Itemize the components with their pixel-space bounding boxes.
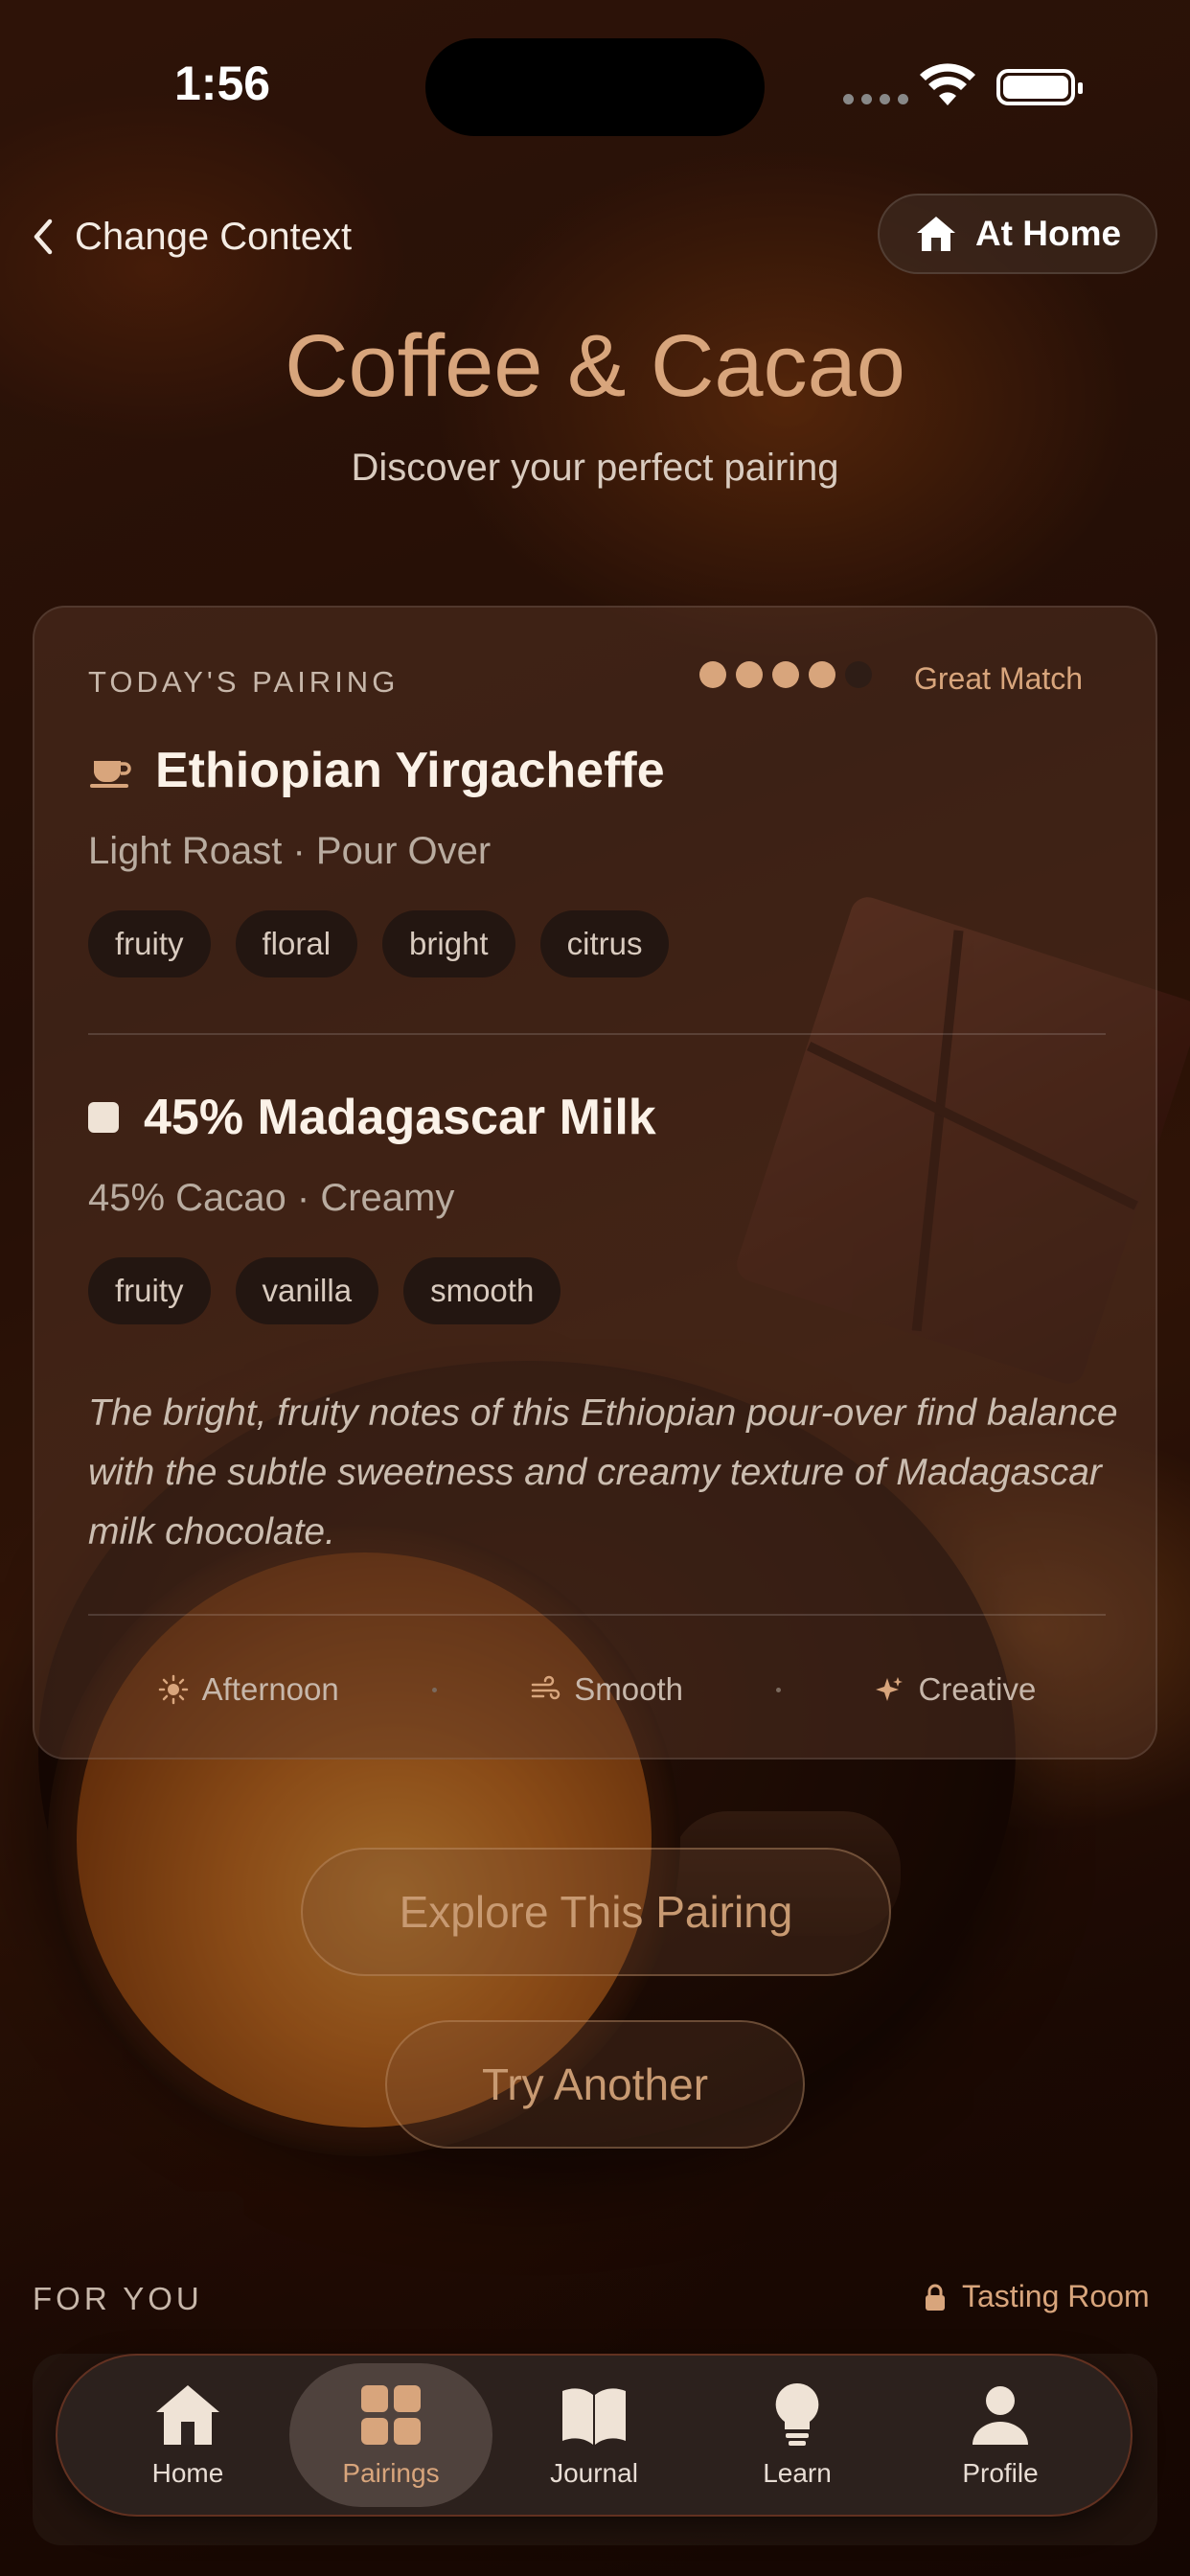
coffee-cup-icon <box>90 761 131 788</box>
pairing-description: The bright, fruity notes of this Ethiopi… <box>88 1392 1118 1552</box>
tasting-room-link[interactable]: Tasting Room <box>924 2279 1150 2314</box>
match-rating <box>699 661 872 688</box>
change-context-label: Change Context <box>75 215 353 258</box>
sun-icon <box>158 1674 188 1705</box>
tab-bar: Home Pairings Journal Learn Profile <box>56 2354 1133 2517</box>
cellular-icon <box>843 94 908 104</box>
tag: bright <box>382 910 515 978</box>
mood-creative: Creative <box>874 1671 1036 1708</box>
tab-pairings[interactable]: Pairings <box>289 2363 492 2507</box>
book-icon <box>562 2388 626 2445</box>
lightbulb-icon <box>775 2382 819 2446</box>
tab-label: Pairings <box>342 2458 440 2488</box>
match-label: Great Match <box>914 661 1084 696</box>
rating-dot-filled <box>736 661 763 688</box>
tab-label: Learn <box>763 2458 832 2488</box>
rating-dot-filled <box>809 661 835 688</box>
context-label: At Home <box>974 214 1122 253</box>
mood-row: Afternoon Smooth Creative <box>34 1671 1159 1708</box>
section-label-for-you: FOR YOU <box>33 2281 203 2316</box>
sparkle-icon <box>876 1677 904 1701</box>
battery-icon <box>996 69 1083 105</box>
tab-label: Journal <box>550 2458 638 2488</box>
tab-label: Home <box>151 2458 224 2488</box>
tag: citrus <box>539 910 670 978</box>
mood-label: Creative <box>918 1671 1037 1707</box>
chocolate-details: 45% Cacao · Creamy <box>88 1177 455 1219</box>
tasting-room-label: Tasting Room <box>962 2279 1150 2313</box>
wind-icon <box>531 1675 561 1700</box>
tab-home[interactable]: Home <box>86 2363 289 2507</box>
mood-label: Afternoon <box>201 1671 339 1707</box>
status-bar: 1:56 <box>0 0 1190 172</box>
lock-icon <box>926 2284 945 2311</box>
status-time: 1:56 <box>174 57 271 110</box>
tag: fruity <box>88 910 211 978</box>
tag: smooth <box>403 1257 561 1324</box>
tab-learn[interactable]: Learn <box>696 2363 899 2507</box>
rating-dot-filled <box>699 661 726 688</box>
mood-label: Smooth <box>574 1671 683 1707</box>
rating-dot-empty <box>845 661 872 688</box>
coffee-heading: Ethiopian Yirgacheffe <box>88 742 665 799</box>
chocolate-name: 45% Madagascar Milk <box>144 1090 656 1145</box>
pairing-card[interactable]: TODAY'S PAIRING Great Match Ethiopian Yi… <box>33 606 1157 1760</box>
chevron-left-icon <box>34 218 53 255</box>
tab-journal[interactable]: Journal <box>492 2363 696 2507</box>
tab-label: Profile <box>962 2458 1039 2488</box>
coffee-name: Ethiopian Yirgacheffe <box>155 743 665 798</box>
tab-profile[interactable]: Profile <box>899 2363 1102 2507</box>
dynamic-island <box>425 38 765 136</box>
mood-smooth: Smooth <box>530 1671 683 1708</box>
chocolate-square-icon <box>88 1102 119 1133</box>
try-another-button[interactable]: Try Another <box>385 2020 805 2149</box>
divider <box>88 1614 1106 1616</box>
context-badge-button[interactable]: At Home <box>878 194 1157 274</box>
grid-icon <box>361 2385 421 2445</box>
house-icon <box>916 217 955 251</box>
tag: vanilla <box>235 1257 379 1324</box>
mood-afternoon: Afternoon <box>158 1671 339 1708</box>
page-subtitle: Discover your perfect pairing <box>351 447 839 489</box>
page-title: Coffee & Cacao <box>285 317 905 415</box>
change-context-button[interactable]: Change Context <box>29 203 352 270</box>
person-icon <box>973 2386 1028 2445</box>
section-label-todays-pairing: TODAY'S PAIRING <box>88 665 400 699</box>
chocolate-tags: fruity vanilla smooth <box>88 1257 561 1324</box>
explore-pairing-button[interactable]: Explore This Pairing <box>301 1848 891 1976</box>
house-icon <box>156 2385 219 2445</box>
divider <box>88 1033 1106 1035</box>
coffee-details: Light Roast · Pour Over <box>88 830 492 872</box>
tag: fruity <box>88 1257 211 1324</box>
wifi-icon <box>920 63 975 105</box>
mood-separator <box>776 1687 782 1692</box>
rating-dot-filled <box>772 661 799 688</box>
chocolate-heading: 45% Madagascar Milk <box>88 1089 656 1146</box>
mood-separator <box>431 1687 437 1692</box>
tag: floral <box>235 910 358 978</box>
coffee-tags: fruity floral bright citrus <box>88 910 670 978</box>
